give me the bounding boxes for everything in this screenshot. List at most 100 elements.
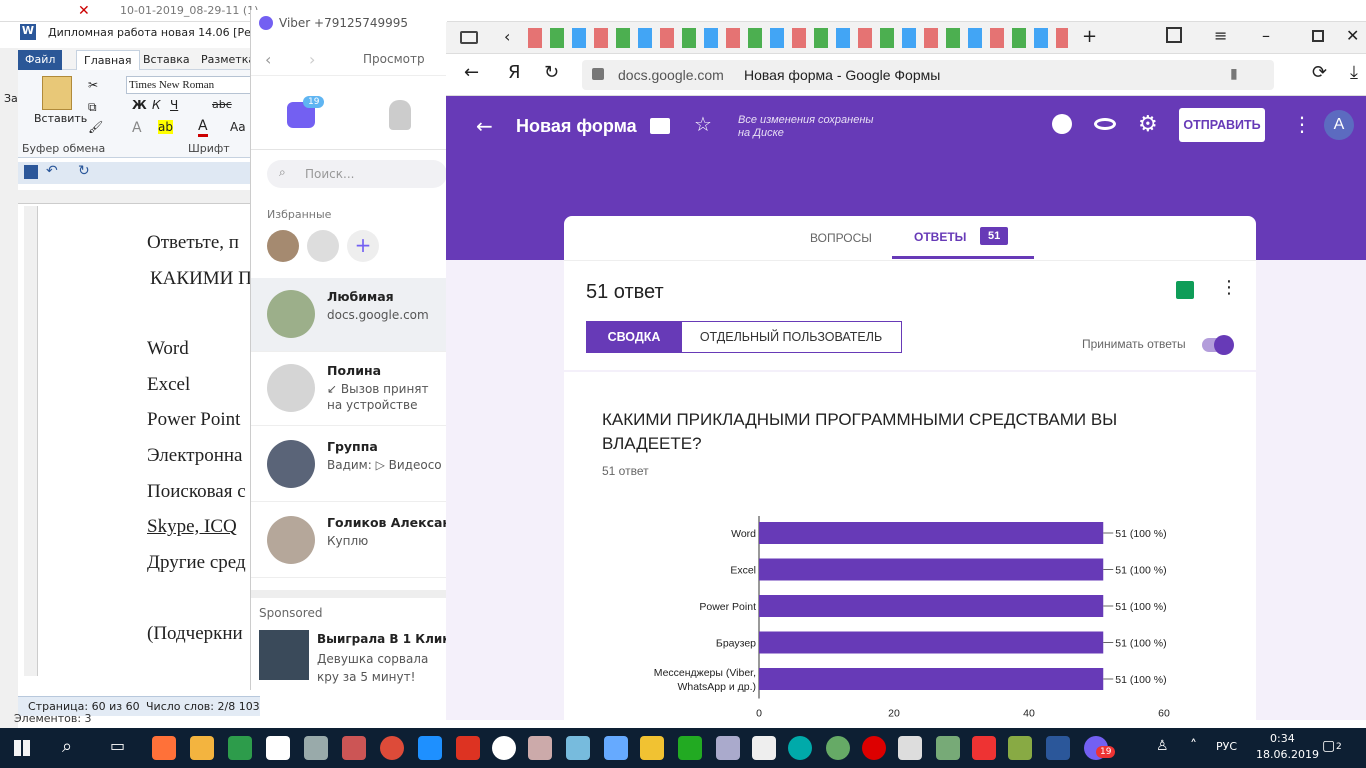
- opera-icon[interactable]: [862, 736, 886, 760]
- tab-file[interactable]: Файл: [18, 50, 63, 70]
- tab-insert[interactable]: Вставка: [136, 50, 197, 70]
- tab-home[interactable]: Главная: [76, 50, 140, 70]
- highlight-icon[interactable]: ab: [158, 120, 173, 134]
- chat-item[interactable]: Голиков Александ Куплю: [251, 504, 461, 578]
- pinned-tabs-strip[interactable]: [528, 28, 1068, 48]
- star-icon[interactable]: ☆: [694, 112, 712, 136]
- paint-icon[interactable]: [342, 736, 366, 760]
- start-icon[interactable]: [14, 740, 30, 756]
- undo-icon[interactable]: ↶: [46, 163, 58, 179]
- ie-icon[interactable]: [418, 736, 442, 760]
- protect-icon[interactable]: ⟳: [1312, 62, 1327, 83]
- chat-item[interactable]: Любимая docs.google.com: [251, 278, 447, 352]
- sheets-icon[interactable]: [1176, 281, 1194, 299]
- chevron-up-icon[interactable]: ˄: [1190, 738, 1197, 754]
- yandex-browser-icon[interactable]: [492, 736, 516, 760]
- clock-time[interactable]: 0:34: [1270, 732, 1295, 745]
- new-tab-icon[interactable]: +: [1082, 26, 1097, 47]
- view-menu[interactable]: Просмотр: [363, 52, 425, 66]
- download-icon[interactable]: ⤓: [1350, 62, 1358, 83]
- text-effects-icon[interactable]: A: [132, 120, 142, 136]
- android-icon[interactable]: [826, 736, 850, 760]
- paste-icon[interactable]: [42, 76, 72, 110]
- send-button[interactable]: ОТПРАВИТЬ: [1179, 108, 1265, 142]
- app-icon[interactable]: [936, 736, 960, 760]
- firefox-icon[interactable]: [152, 736, 176, 760]
- paste-button[interactable]: Вставить: [34, 112, 87, 125]
- redo-icon[interactable]: ↻: [78, 163, 90, 179]
- tab-questions[interactable]: ВОПРОСЫ: [810, 231, 872, 245]
- word-icon[interactable]: [1046, 736, 1070, 760]
- more-vert-icon[interactable]: ⋮: [1220, 277, 1238, 298]
- accept-responses-toggle[interactable]: [1202, 335, 1234, 355]
- underline-button[interactable]: Ч: [170, 98, 178, 112]
- ad-image[interactable]: [259, 630, 309, 680]
- vertical-ruler[interactable]: [24, 206, 38, 676]
- close-icon[interactable]: ✕: [1346, 26, 1359, 45]
- preview-eye-icon[interactable]: [1094, 118, 1116, 130]
- change-case-icon[interactable]: Aa: [230, 120, 246, 134]
- horizontal-ruler[interactable]: [18, 190, 260, 204]
- form-title[interactable]: Новая форма: [516, 116, 637, 137]
- app-120x-icon[interactable]: [456, 736, 480, 760]
- cut-icon[interactable]: ✂: [88, 78, 98, 92]
- folder-icon[interactable]: [650, 118, 670, 134]
- palette-icon[interactable]: [1052, 114, 1072, 134]
- account-avatar[interactable]: A: [1324, 110, 1354, 140]
- mail-icon[interactable]: [898, 736, 922, 760]
- keyboard-icon[interactable]: [716, 736, 740, 760]
- sidebar-toggle-icon[interactable]: [460, 31, 478, 44]
- tab-manager-icon[interactable]: [1166, 27, 1182, 43]
- strike-button[interactable]: abc: [212, 98, 232, 111]
- forward-arrow-icon[interactable]: ›: [309, 50, 315, 69]
- font-name-select[interactable]: Times New Roman: [126, 76, 260, 94]
- ad-title[interactable]: Выиграла В 1 Клик!: [317, 632, 456, 646]
- summary-button[interactable]: СВОДКА: [586, 321, 682, 353]
- italic-button[interactable]: К: [152, 98, 161, 112]
- menu-icon[interactable]: ≡: [1214, 26, 1227, 45]
- notes-icon[interactable]: [752, 736, 776, 760]
- bookmark-icon[interactable]: ▮: [1230, 66, 1238, 82]
- explorer-icon[interactable]: [640, 736, 664, 760]
- viber-search-input[interactable]: ⌕ Поиск...: [267, 160, 447, 188]
- more-vert-icon[interactable]: ⋮: [1292, 112, 1312, 136]
- contacts-icon[interactable]: [389, 100, 411, 130]
- clock-date[interactable]: 18.06.2019: [1256, 748, 1319, 761]
- winrar-icon[interactable]: [1008, 736, 1032, 760]
- store-icon[interactable]: [190, 736, 214, 760]
- tab-answers[interactable]: ОТВЕТЫ: [914, 230, 966, 244]
- chat-item[interactable]: Группа Вадим: ▷ Видеосо: [251, 428, 447, 502]
- yandex-icon[interactable]: [972, 736, 996, 760]
- copy-icon[interactable]: ⧉: [88, 100, 97, 115]
- notifications-icon[interactable]: ▢: [1322, 738, 1335, 754]
- add-favorite-icon[interactable]: +: [347, 230, 379, 262]
- word-document-page[interactable]: Ответьте, п КАКИМИ П Word Excel Power Po…: [40, 206, 260, 676]
- app-icon[interactable]: [228, 736, 252, 760]
- favorite-avatar[interactable]: [267, 230, 299, 262]
- individual-button[interactable]: ОТДЕЛЬНЫЙ ПОЛЬЗОВАТЕЛЬ: [680, 321, 902, 353]
- yandex-icon[interactable]: Я: [508, 62, 521, 83]
- bold-button[interactable]: Ж: [132, 98, 147, 112]
- app-icon[interactable]: [678, 736, 702, 760]
- close-x-icon[interactable]: ✕: [78, 3, 90, 19]
- back-arrow-icon[interactable]: ‹: [265, 50, 271, 69]
- maximize-icon[interactable]: [1312, 30, 1324, 42]
- app-icon[interactable]: [528, 736, 552, 760]
- tabs-back-icon[interactable]: ‹: [504, 27, 510, 46]
- format-painter-icon[interactable]: 🖌: [88, 120, 103, 134]
- abc-icon[interactable]: [266, 736, 290, 760]
- font-color-icon[interactable]: A: [198, 118, 208, 137]
- arduino-icon[interactable]: [788, 736, 812, 760]
- language-indicator[interactable]: РУС: [1216, 740, 1237, 753]
- save-icon[interactable]: [24, 165, 38, 179]
- people-icon[interactable]: ♙: [1156, 738, 1169, 754]
- tool-icon[interactable]: [304, 736, 328, 760]
- chat-item[interactable]: Полина ↙ Вызов принят на устройстве: [251, 352, 447, 426]
- minimize-icon[interactable]: –: [1262, 26, 1270, 45]
- task-view-icon[interactable]: ▭: [110, 736, 125, 755]
- settings-gear-icon[interactable]: ⚙: [1138, 112, 1158, 137]
- app-icon[interactable]: [566, 736, 590, 760]
- back-icon[interactable]: ←: [464, 62, 479, 83]
- chrome-icon[interactable]: [380, 736, 404, 760]
- search-icon[interactable]: ⌕: [62, 736, 72, 757]
